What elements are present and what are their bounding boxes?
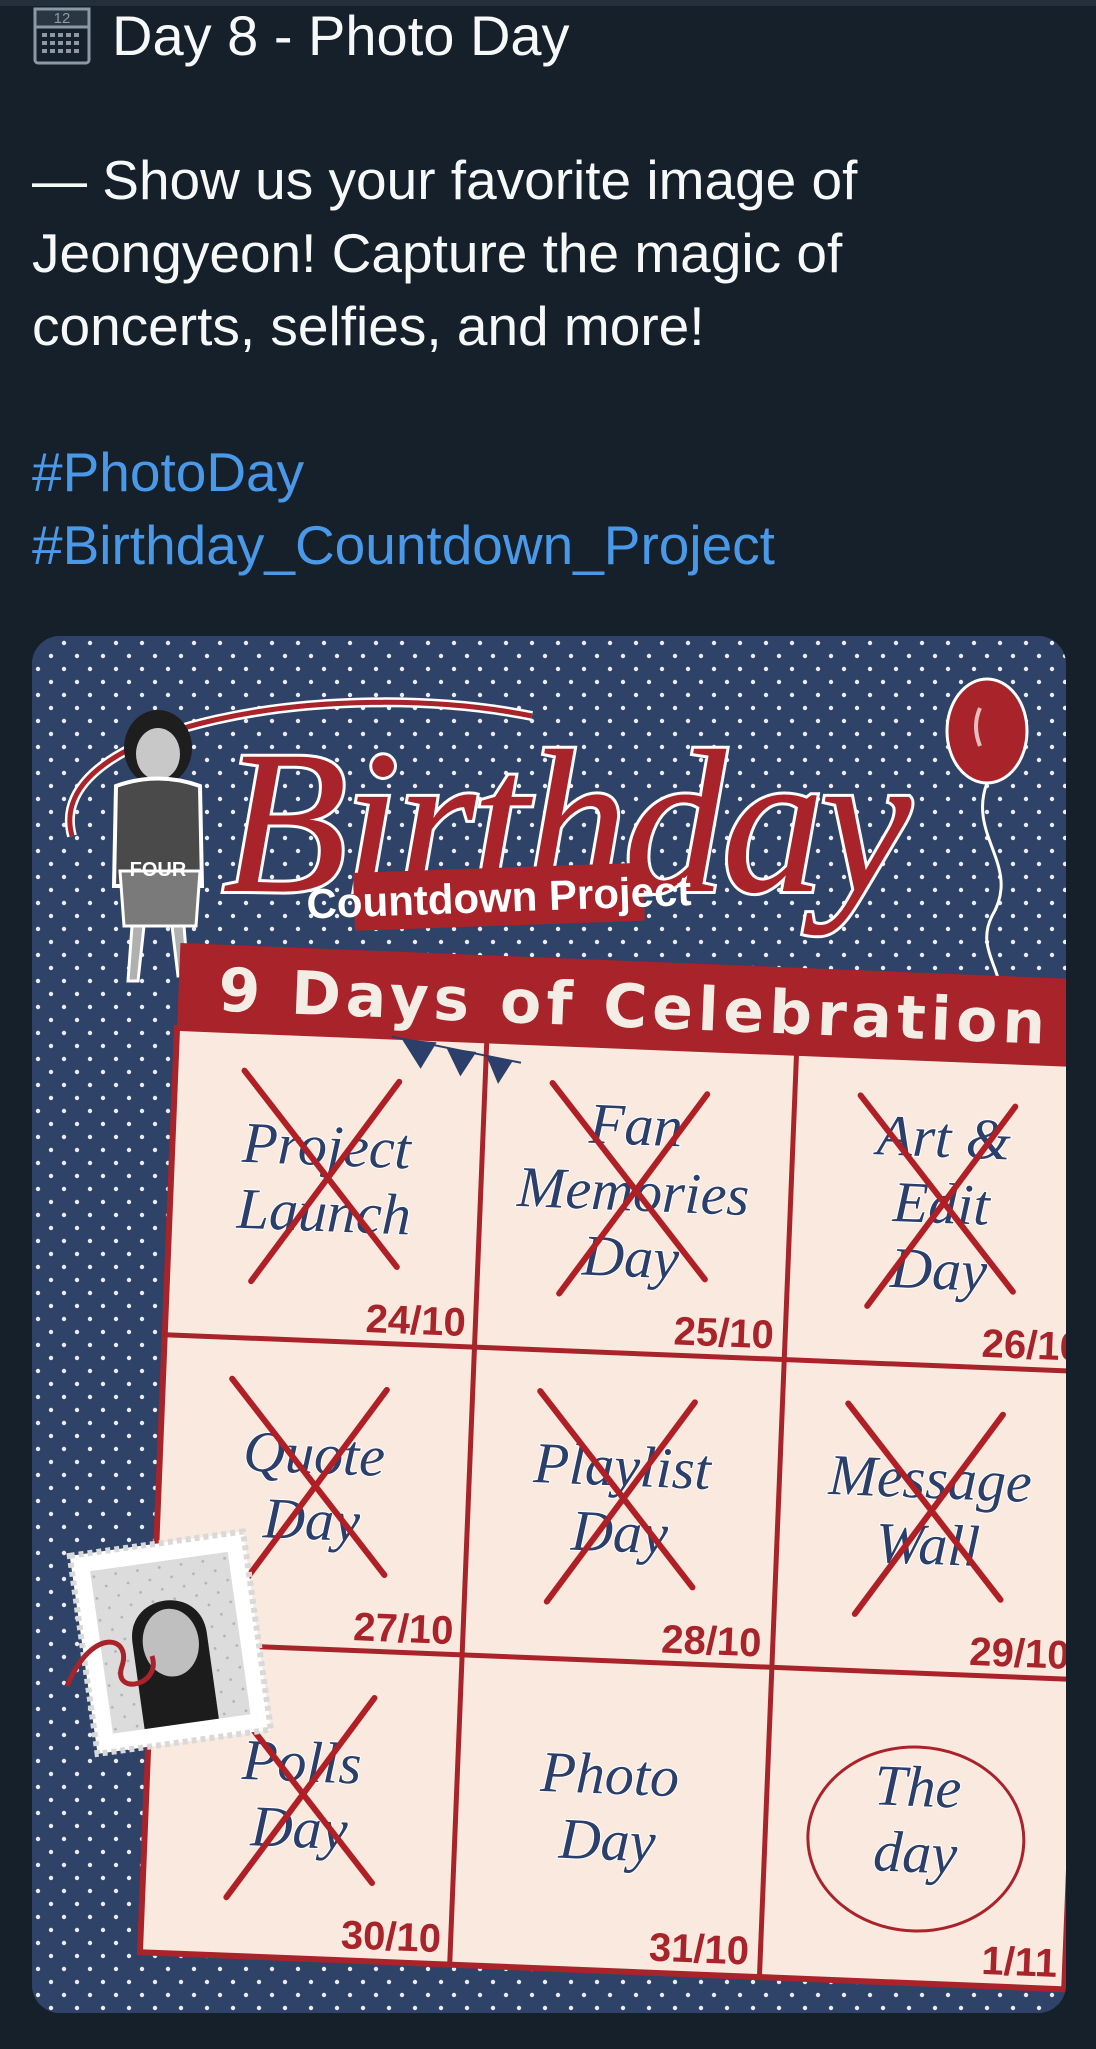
post-body-line: concerts, selfies, and more! xyxy=(32,295,705,357)
day-date: 29/10 xyxy=(969,1630,1066,1678)
day-name-line: Day xyxy=(557,1806,657,1875)
calendar-icon: 12 xyxy=(33,7,91,65)
birthday-countdown-graphic: Birthday Countdown Project FOUR 9 Days o… xyxy=(32,636,1066,2013)
post-body-line: Jeongyeon! Capture the magic of xyxy=(32,222,843,284)
day-name-line: day xyxy=(872,1818,959,1886)
calendar-board: 9 Days of Celebration ProjectLaunch24/10… xyxy=(136,943,1066,1993)
day-name-line: Quote xyxy=(242,1418,386,1489)
hashtag-birthday-countdown-link[interactable]: #Birthday_Countdown_Project xyxy=(32,509,1072,582)
post-image[interactable]: Birthday Countdown Project FOUR 9 Days o… xyxy=(32,636,1066,2013)
day-date: 27/10 xyxy=(352,1605,454,1653)
day-date: 26/10 xyxy=(981,1322,1066,1370)
day-name-line: The xyxy=(873,1752,963,1820)
person-shirt-text: FOUR xyxy=(130,859,187,881)
day-date: 24/10 xyxy=(365,1297,467,1345)
post-title-row: 12 Day 8 - Photo Day xyxy=(32,0,1072,72)
day-date: 30/10 xyxy=(340,1913,442,1961)
post-title: Day 8 - Photo Day xyxy=(112,4,570,67)
hashtag-photoday-link[interactable]: #PhotoDay xyxy=(32,436,1072,509)
day-date: 31/10 xyxy=(648,1926,750,1974)
day-date: 28/10 xyxy=(661,1617,763,1665)
post-text: 12 Day 8 - Photo Day — Show us your favo… xyxy=(32,0,1072,582)
day-name-line: Playlist xyxy=(531,1430,714,1502)
hashtag-list: #PhotoDay #Birthday_Countdown_Project xyxy=(32,436,1072,582)
day-name-line: Photo xyxy=(538,1739,680,1810)
day-date: 1/11 xyxy=(981,1939,1058,1986)
day-date: 25/10 xyxy=(673,1309,775,1357)
post-body: — Show us your favorite image of Jeongye… xyxy=(32,144,1072,363)
calendar-icon-number: 12 xyxy=(54,10,71,27)
post-body-line: — Show us your favorite image of xyxy=(32,149,858,211)
day-name-line: Project xyxy=(240,1110,414,1182)
